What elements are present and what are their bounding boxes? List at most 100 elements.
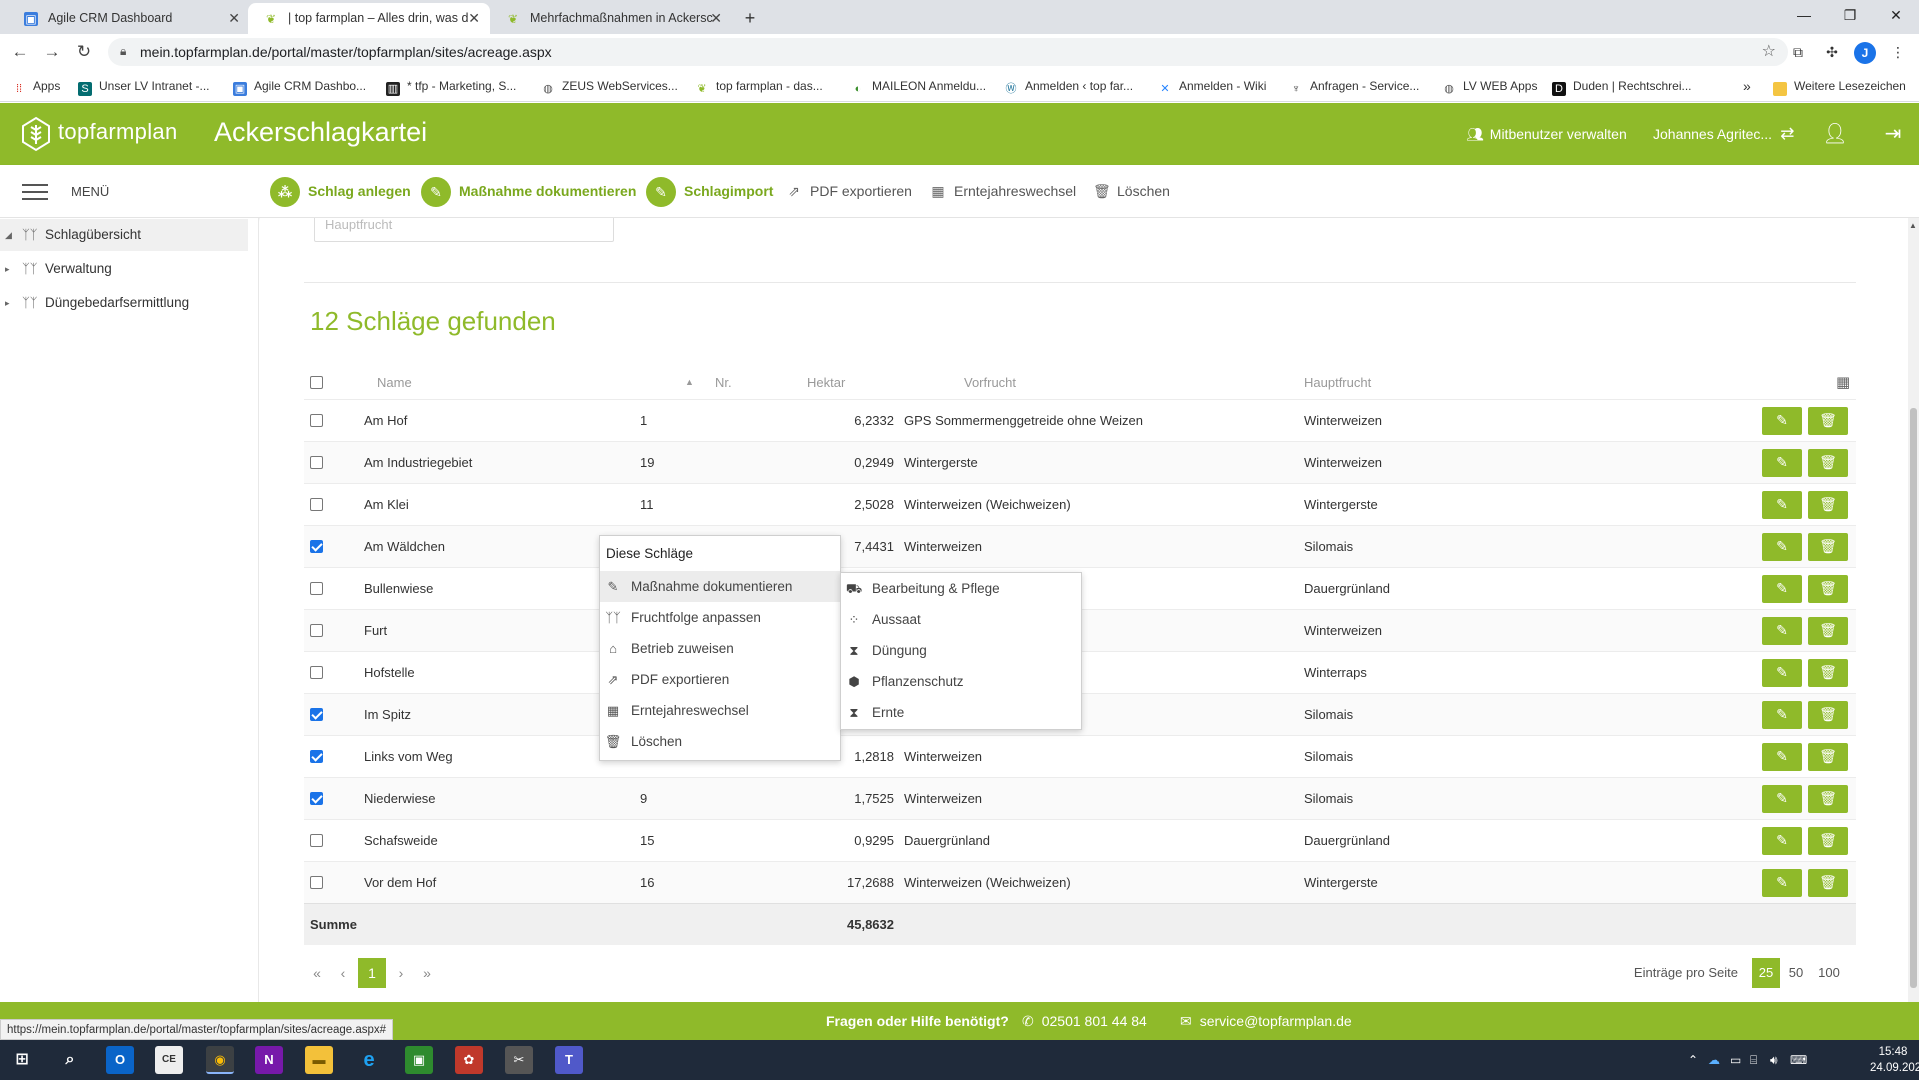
sidebar-item-administration[interactable]: ▸ ᛉᛉ Verwaltung [0,253,248,285]
tab-close-icon[interactable]: ✕ [710,3,722,34]
page-size-50[interactable]: 50 [1782,958,1810,988]
user-profile-icon[interactable]: 👤︎ [1820,103,1850,165]
row-checkbox[interactable] [310,792,323,805]
table-row[interactable]: Am Industriegebiet 19 0,2949 Wintergerste Wi… [304,441,1856,483]
logo-text[interactable]: topfarmplan [58,119,177,145]
user-switch[interactable]: Johannes Agritec... ⇄ [1653,103,1794,165]
bookmark-item[interactable]: ◐ MAILEON Anmeldu... [851,70,986,102]
first-page-icon[interactable]: « [304,958,330,988]
sub-cultivation[interactable]: ⛟ Bearbeitung & Pflege [841,573,1081,604]
ctx-pdf-export[interactable]: ⇗ PDF exportieren [600,664,840,695]
sidebar-item-fertilizer-needs[interactable]: ▸ ᛉᛉ Düngebedarfsermittlung [0,287,248,319]
bookmark-star-icon[interactable]: ☆ [1762,38,1776,66]
delete-row-button[interactable]: 🗑︎ [1808,784,1848,813]
forward-icon[interactable]: → [40,40,64,64]
network-icon[interactable]: ⌸ [1750,1040,1757,1080]
edit-row-button[interactable]: ✎ [1762,784,1802,813]
row-checkbox[interactable] [310,876,323,889]
row-checkbox[interactable] [310,456,323,469]
hamburger-menu-icon[interactable] [22,184,48,200]
manage-users-link[interactable]: 👥︎ Mitbenutzer verwalten [1466,103,1627,165]
outlook-icon[interactable]: O [106,1046,134,1074]
prev-page-icon[interactable]: ‹ [330,958,356,988]
ctx-harvest-year[interactable]: ▦ Erntejahreswechsel [600,695,840,726]
app-icon[interactable]: CE [155,1046,183,1074]
chrome-icon[interactable]: ◉ [206,1046,234,1074]
table-row[interactable]: Am Klei 11 2,5028 Winterweizen (Weichweizen… [304,483,1856,525]
row-checkbox[interactable] [310,414,323,427]
edit-row-button[interactable]: ✎ [1762,406,1802,435]
onenote-icon[interactable]: N [255,1046,283,1074]
tab-close-icon[interactable]: ✕ [228,3,240,34]
app-icon[interactable]: ✿ [455,1046,483,1074]
bookmarks-folder[interactable]: Weitere Lesezeichen [1773,70,1906,102]
browser-tab-1[interactable]: ▣ Agile CRM Dashboard ✕ [8,3,250,34]
file-explorer-icon[interactable]: ▬ [305,1046,333,1074]
delete-button[interactable]: 🗑︎ Löschen [1093,165,1170,218]
sub-harvest[interactable]: ⧗ Ernte [841,697,1081,728]
onedrive-icon[interactable]: ☁ [1708,1040,1720,1080]
sidebar-item-field-overview[interactable]: ◢ ᛉᛉ Schlagübersicht [0,219,248,251]
address-bar[interactable]: 🔒︎ mein.topfarmplan.de/portal/master/top… [108,38,1788,66]
table-row[interactable]: Am Wäldchen 7,4431 Winterweizen Silomais ✎ 🗑︎ [304,525,1856,567]
app-icon[interactable]: ✂ [505,1046,533,1074]
search-icon[interactable]: ⌕ [56,1046,84,1074]
restore-icon[interactable]: ❐ [1827,0,1873,30]
spreadsheet-icon[interactable]: ▣ [405,1046,433,1074]
select-all-checkbox[interactable] [310,375,323,389]
tab-close-icon[interactable]: ✕ [468,3,480,34]
windows-start-icon[interactable]: ⊞ [8,1046,36,1074]
row-checkbox[interactable] [310,834,323,847]
row-checkbox[interactable] [310,708,323,721]
column-header-name[interactable]: Name [377,365,412,399]
reload-icon[interactable]: ↻ [72,40,96,64]
bookmark-item[interactable]: ◍ LV WEB Apps [1442,70,1537,102]
internet-explorer-icon[interactable]: e [355,1046,383,1074]
page-size-25[interactable]: 25 [1752,958,1780,988]
column-header-main-crop[interactable]: Hauptfrucht [1304,365,1371,399]
system-clock[interactable]: 15:48 24.09.2020 [1870,1044,1919,1076]
bookmark-item[interactable]: ❦ top farmplan - das... [695,70,822,102]
tray-app-icon[interactable]: ▭ [1730,1040,1741,1080]
row-checkbox[interactable] [310,498,323,511]
back-icon[interactable]: ← [8,40,32,64]
page-number-current[interactable]: 1 [358,958,386,988]
new-tab-icon[interactable]: + [738,3,762,34]
browser-tab-3[interactable]: ❦ Mehrfachmaßnahmen in Ackersc ✕ [490,3,732,34]
row-checkbox[interactable] [310,624,323,637]
delete-row-button[interactable]: 🗑︎ [1808,490,1848,519]
row-checkbox[interactable] [310,666,323,679]
edit-row-button[interactable]: ✎ [1762,658,1802,687]
delete-row-button[interactable]: 🗑︎ [1808,574,1848,603]
ctx-delete[interactable]: 🗑︎ Löschen [600,726,840,757]
menu-label[interactable]: MENÜ [71,165,109,218]
volume-icon[interactable]: 🔊︎ [1770,1040,1778,1080]
create-field-button[interactable]: ⁂ Schlag anlegen [270,165,411,218]
bookmark-item[interactable]: ◍ ZEUS WebServices... [541,70,678,102]
column-header-nr[interactable]: Nr. [715,365,732,399]
edit-row-button[interactable]: ✎ [1762,448,1802,477]
row-checkbox[interactable] [310,582,323,595]
document-measure-button[interactable]: ✎ Maßnahme dokumentieren [421,165,636,218]
delete-row-button[interactable]: 🗑︎ [1808,868,1848,897]
delete-row-button[interactable]: 🗑︎ [1808,700,1848,729]
delete-row-button[interactable]: 🗑︎ [1808,448,1848,477]
delete-row-button[interactable]: 🗑︎ [1808,658,1848,687]
bookmark-item[interactable]: S Unser LV Intranet -... [78,70,210,102]
row-checkbox[interactable] [310,540,323,553]
edit-row-button[interactable]: ✎ [1762,490,1802,519]
bookmark-apps[interactable]: ⁞⁞ Apps [12,70,60,102]
table-row[interactable]: Niederwiese 9 1,7525 Winterweizen Silomais ✎ 🗑… [304,777,1856,819]
extensions-puzzle-icon[interactable]: ✣ [1822,42,1842,62]
edit-row-button[interactable]: ✎ [1762,742,1802,771]
harvest-year-button[interactable]: ▦ Erntejahreswechsel [930,165,1076,218]
bookmark-item[interactable]: Ⓦ Anmelden ‹ top far... [1004,70,1134,102]
table-row[interactable]: Am Hof 1 6,2332 GPS Sommermenggetreide ohne… [304,399,1856,441]
edit-row-button[interactable]: ✎ [1762,868,1802,897]
last-page-icon[interactable]: » [414,958,440,988]
column-header-hectare[interactable]: Hektar [807,365,845,399]
edit-row-button[interactable]: ✎ [1762,826,1802,855]
bookmark-item[interactable]: ▣ Agile CRM Dashbo... [233,70,366,102]
edit-row-button[interactable]: ✎ [1762,574,1802,603]
footer-email[interactable]: ✉ service@topfarmplan.de [1180,1002,1352,1040]
